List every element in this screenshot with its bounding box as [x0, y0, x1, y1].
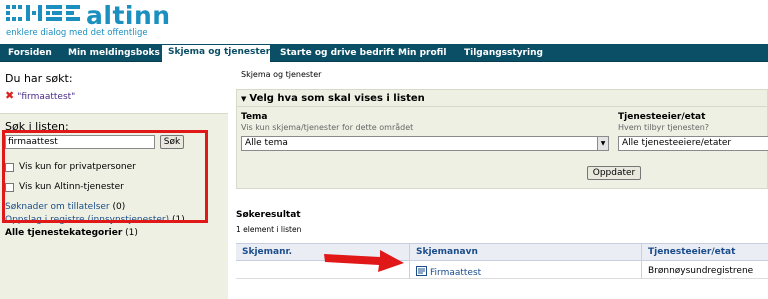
cell-skjemanavn[interactable]: Firmaattest: [416, 266, 481, 278]
category-count: (1): [125, 228, 138, 238]
column-divider: [641, 243, 642, 279]
form-document-icon: [416, 266, 427, 276]
searched-title: Du har søkt:: [5, 72, 73, 85]
breadcrumb[interactable]: Skjema og tjenester: [241, 70, 321, 79]
filter-panel: ▼ Velg hva som skal vises i listen Tema V…: [236, 89, 768, 189]
left-panel: Du har søkt: ✖ "firmaattest" Søk i listen…: [0, 62, 228, 299]
eier-select-value: Alle tjenesteeiere/etater: [622, 138, 732, 148]
main-content: Skjema og tjenester ▼ Velg hva som skal v…: [228, 62, 768, 299]
tab-min-meldingsboks[interactable]: Min meldingsboks: [62, 46, 166, 62]
update-button[interactable]: Oppdater: [587, 166, 641, 180]
eier-title: Tjenesteeier/etat: [618, 112, 706, 122]
table-row: Firmaattest Brønnøysundregistrene: [236, 263, 768, 279]
tema-select[interactable]: Alle tema ▼: [241, 136, 609, 151]
highlight-rectangle: [2, 130, 208, 223]
tagline: enklere dialog med det offentlige: [6, 28, 148, 38]
tema-hint: Vis kun skjema/tjenester for dette områd…: [241, 123, 414, 132]
altinn-logo-icon[interactable]: [6, 5, 80, 27]
red-arrow-icon: [324, 250, 404, 272]
eier-select[interactable]: Alle tjenesteeiere/etater: [618, 136, 768, 151]
cell-tjenesteeier: Brønnøysundregistrene: [648, 266, 754, 276]
main-nav: Forsiden Min meldingsboks Skjema og tjen…: [0, 44, 768, 63]
results-count: 1 element i listen: [236, 225, 302, 234]
dropdown-arrow-icon[interactable]: ▼: [597, 137, 608, 150]
tab-starte-og-drive-bedrift[interactable]: Starte og drive bedrift: [274, 46, 400, 62]
category-link[interactable]: Alle tjenestekategorier: [5, 228, 122, 238]
column-header-tjenesteeier[interactable]: Tjenesteeier/etat: [648, 247, 735, 257]
collapse-triangle-icon[interactable]: ▼: [241, 95, 246, 103]
column-header-skjemanavn[interactable]: Skjemanavn: [416, 247, 478, 257]
logo-text[interactable]: altinn: [86, 1, 171, 30]
remove-search-icon[interactable]: ✖: [5, 89, 14, 102]
eier-hint: Hvem tilbyr tjenesten?: [618, 123, 710, 132]
filter-panel-header[interactable]: ▼ Velg hva som skal vises i listen: [237, 90, 768, 107]
column-divider: [409, 243, 410, 279]
tab-forsiden[interactable]: Forsiden: [2, 46, 58, 62]
tema-select-value: Alle tema: [245, 138, 288, 148]
column-header-skjemanr[interactable]: Skjemanr.: [242, 247, 292, 257]
tab-skjema-og-tjenester[interactable]: Skjema og tjenester: [162, 45, 270, 63]
category-link-row: Alle tjenestekategorier (1): [5, 228, 138, 238]
tema-title: Tema: [241, 112, 268, 122]
results-title: Søkeresultat: [236, 210, 301, 220]
tab-min-profil[interactable]: Min profil: [392, 46, 452, 62]
searched-term[interactable]: ✖ "firmaattest": [5, 89, 75, 102]
tab-tilgangsstyring[interactable]: Tilgangsstyring: [458, 46, 549, 62]
searched-term-text[interactable]: "firmaattest": [17, 92, 75, 102]
table-header-row: Skjemanr. Skjemanavn Tjenesteeier/etat: [236, 243, 768, 261]
filter-panel-title: Velg hva som skal vises i listen: [249, 93, 425, 104]
header: altinn enklere dialog med det offentlige: [0, 0, 768, 44]
form-link[interactable]: Firmaattest: [430, 268, 481, 278]
